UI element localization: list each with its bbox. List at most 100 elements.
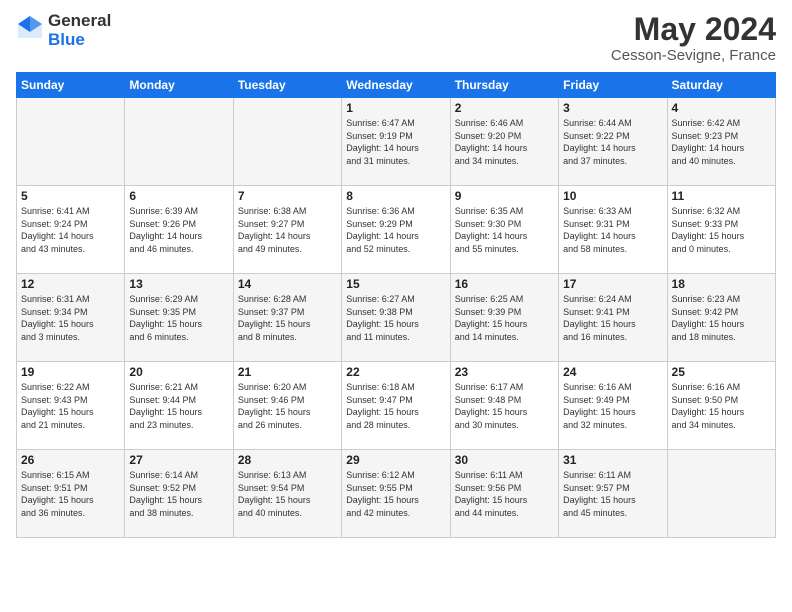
header-wednesday: Wednesday: [342, 73, 450, 98]
day-number: 10: [563, 189, 662, 203]
day-cell: 7 Sunrise: 6:38 AMSunset: 9:27 PMDaylight…: [233, 186, 341, 274]
day-number: 13: [129, 277, 228, 291]
day-number: 8: [346, 189, 445, 203]
day-cell: 14 Sunrise: 6:28 AMSunset: 9:37 PMDayligh…: [233, 274, 341, 362]
calendar-table: Sunday Monday Tuesday Wednesday Thursday…: [16, 72, 776, 538]
day-number: 12: [21, 277, 120, 291]
week-row-5: 26Sunrise: 6:15 AMSunset: 9:51 PMDayligh…: [17, 450, 776, 538]
day-cell: 6Sunrise: 6:39 AMSunset: 9:26 PMDaylight…: [125, 186, 233, 274]
week-row-4: 19Sunrise: 6:22 AMSunset: 9:43 PMDayligh…: [17, 362, 776, 450]
day-cell: [667, 450, 775, 538]
day-info: Sunrise: 6:42 AMSunset: 9:23 PMDaylight:…: [672, 117, 771, 167]
day-cell: 4 Sunrise: 6:42 AMSunset: 9:23 PMDaylight…: [667, 98, 775, 186]
day-cell: 2 Sunrise: 6:46 AMSunset: 9:20 PMDaylight…: [450, 98, 558, 186]
day-info: Sunrise: 6:38 AMSunset: 9:27 PMDaylight:…: [238, 205, 337, 255]
day-info: Sunrise: 6:20 AMSunset: 9:46 PMDaylight:…: [238, 381, 337, 431]
day-info: Sunrise: 6:36 AMSunset: 9:29 PMDaylight:…: [346, 205, 445, 255]
day-number: 24: [563, 365, 662, 379]
day-number: 25: [672, 365, 771, 379]
day-number: 9: [455, 189, 554, 203]
day-cell: 17 Sunrise: 6:24 AMSunset: 9:41 PMDayligh…: [559, 274, 667, 362]
day-cell: 15 Sunrise: 6:27 AMSunset: 9:38 PMDayligh…: [342, 274, 450, 362]
header-saturday: Saturday: [667, 73, 775, 98]
header-friday: Friday: [559, 73, 667, 98]
header-tuesday: Tuesday: [233, 73, 341, 98]
day-cell: [17, 98, 125, 186]
day-info: Sunrise: 6:44 AMSunset: 9:22 PMDaylight:…: [563, 117, 662, 167]
day-number: 22: [346, 365, 445, 379]
day-cell: 26Sunrise: 6:15 AMSunset: 9:51 PMDayligh…: [17, 450, 125, 538]
day-info: Sunrise: 6:47 AMSunset: 9:19 PMDaylight:…: [346, 117, 445, 167]
day-cell: 13 Sunrise: 6:29 AMSunset: 9:35 PMDayligh…: [125, 274, 233, 362]
calendar-header: Sunday Monday Tuesday Wednesday Thursday…: [17, 73, 776, 98]
header-sunday: Sunday: [17, 73, 125, 98]
day-number: 27: [129, 453, 228, 467]
day-cell: 23 Sunrise: 6:17 AMSunset: 9:48 PMDayligh…: [450, 362, 558, 450]
day-cell: 18 Sunrise: 6:23 AMSunset: 9:42 PMDayligh…: [667, 274, 775, 362]
day-cell: [125, 98, 233, 186]
day-cell: 11Sunrise: 6:32 AMSunset: 9:33 PMDayligh…: [667, 186, 775, 274]
day-cell: 21 Sunrise: 6:20 AMSunset: 9:46 PMDayligh…: [233, 362, 341, 450]
day-info: Sunrise: 6:29 AMSunset: 9:35 PMDaylight:…: [129, 293, 228, 343]
day-cell: 30 Sunrise: 6:11 AMSunset: 9:56 PMDayligh…: [450, 450, 558, 538]
logo-icon: [16, 14, 44, 42]
day-number: 7: [238, 189, 337, 203]
day-number: 28: [238, 453, 337, 467]
day-info: Sunrise: 6:35 AMSunset: 9:30 PMDaylight:…: [455, 205, 554, 255]
logo-text: General Blue: [48, 12, 111, 49]
day-cell: 27 Sunrise: 6:14 AMSunset: 9:52 PMDayligh…: [125, 450, 233, 538]
day-info: Sunrise: 6:27 AMSunset: 9:38 PMDaylight:…: [346, 293, 445, 343]
day-number: 19: [21, 365, 120, 379]
day-info: Sunrise: 6:39 AMSunset: 9:26 PMDaylight:…: [129, 205, 228, 255]
day-number: 17: [563, 277, 662, 291]
title-block: May 2024 Cesson-Sevigne, France: [611, 12, 776, 64]
header-monday: Monday: [125, 73, 233, 98]
day-number: 30: [455, 453, 554, 467]
day-info: Sunrise: 6:16 AMSunset: 9:49 PMDaylight:…: [563, 381, 662, 431]
day-cell: 9 Sunrise: 6:35 AMSunset: 9:30 PMDaylight…: [450, 186, 558, 274]
day-number: 3: [563, 101, 662, 115]
day-info: Sunrise: 6:17 AMSunset: 9:48 PMDaylight:…: [455, 381, 554, 431]
day-number: 15: [346, 277, 445, 291]
header: General Blue May 2024 Cesson-Sevigne, Fr…: [16, 12, 776, 64]
day-info: Sunrise: 6:33 AMSunset: 9:31 PMDaylight:…: [563, 205, 662, 255]
day-info: Sunrise: 6:11 AMSunset: 9:56 PMDaylight:…: [455, 469, 554, 519]
day-cell: 16Sunrise: 6:25 AMSunset: 9:39 PMDayligh…: [450, 274, 558, 362]
day-number: 18: [672, 277, 771, 291]
day-info: Sunrise: 6:25 AMSunset: 9:39 PMDaylight:…: [455, 293, 554, 343]
logo-blue-text: Blue: [48, 31, 111, 50]
day-info: Sunrise: 6:46 AMSunset: 9:20 PMDaylight:…: [455, 117, 554, 167]
day-number: 14: [238, 277, 337, 291]
day-number: 4: [672, 101, 771, 115]
calendar-body: 1 Sunrise: 6:47 AMSunset: 9:19 PMDaylight…: [17, 98, 776, 538]
day-number: 20: [129, 365, 228, 379]
day-info: Sunrise: 6:28 AMSunset: 9:37 PMDaylight:…: [238, 293, 337, 343]
day-number: 21: [238, 365, 337, 379]
day-number: 26: [21, 453, 120, 467]
day-cell: 19Sunrise: 6:22 AMSunset: 9:43 PMDayligh…: [17, 362, 125, 450]
day-cell: 20Sunrise: 6:21 AMSunset: 9:44 PMDayligh…: [125, 362, 233, 450]
day-cell: 8 Sunrise: 6:36 AMSunset: 9:29 PMDaylight…: [342, 186, 450, 274]
logo-general-text: General: [48, 12, 111, 31]
day-info: Sunrise: 6:14 AMSunset: 9:52 PMDaylight:…: [129, 469, 228, 519]
day-cell: 5Sunrise: 6:41 AMSunset: 9:24 PMDaylight…: [17, 186, 125, 274]
day-info: Sunrise: 6:13 AMSunset: 9:54 PMDaylight:…: [238, 469, 337, 519]
week-row-1: 1 Sunrise: 6:47 AMSunset: 9:19 PMDaylight…: [17, 98, 776, 186]
day-info: Sunrise: 6:18 AMSunset: 9:47 PMDaylight:…: [346, 381, 445, 431]
day-info: Sunrise: 6:31 AMSunset: 9:34 PMDaylight:…: [21, 293, 120, 343]
day-info: Sunrise: 6:23 AMSunset: 9:42 PMDaylight:…: [672, 293, 771, 343]
day-cell: 22 Sunrise: 6:18 AMSunset: 9:47 PMDayligh…: [342, 362, 450, 450]
calendar-page: General Blue May 2024 Cesson-Sevigne, Fr…: [0, 0, 792, 612]
day-number: 2: [455, 101, 554, 115]
day-info: Sunrise: 6:16 AMSunset: 9:50 PMDaylight:…: [672, 381, 771, 431]
day-cell: 29Sunrise: 6:12 AMSunset: 9:55 PMDayligh…: [342, 450, 450, 538]
header-row: Sunday Monday Tuesday Wednesday Thursday…: [17, 73, 776, 98]
day-number: 5: [21, 189, 120, 203]
day-number: 1: [346, 101, 445, 115]
day-info: Sunrise: 6:24 AMSunset: 9:41 PMDaylight:…: [563, 293, 662, 343]
day-cell: 3 Sunrise: 6:44 AMSunset: 9:22 PMDaylight…: [559, 98, 667, 186]
day-number: 23: [455, 365, 554, 379]
day-number: 31: [563, 453, 662, 467]
day-cell: 10 Sunrise: 6:33 AMSunset: 9:31 PMDayligh…: [559, 186, 667, 274]
calendar-title: May 2024: [611, 12, 776, 47]
